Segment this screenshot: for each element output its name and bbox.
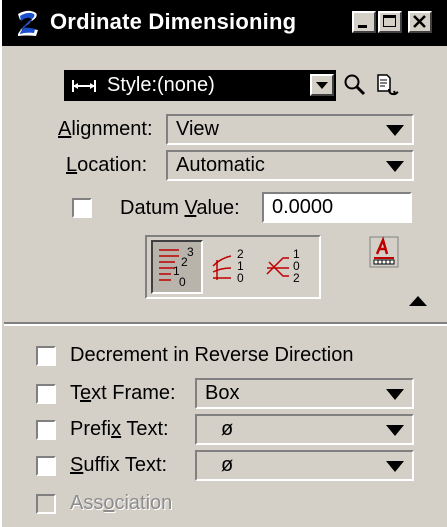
svg-text:0: 0 <box>237 271 244 285</box>
crossed-ordinate-icon: 1 0 2 <box>266 247 300 285</box>
svg-text:2: 2 <box>293 271 300 285</box>
prefix-text-checkbox[interactable] <box>36 420 56 440</box>
text-style-icon[interactable] <box>369 236 399 268</box>
suffix-text-label: Suffix Text: <box>70 454 168 476</box>
dimension-style-icon <box>72 80 96 92</box>
free-location-button[interactable]: 2 1 0 <box>207 240 259 294</box>
maximize-button[interactable] <box>378 11 402 33</box>
location-value: Automatic <box>176 154 265 176</box>
chevron-down-icon <box>386 125 404 136</box>
section-divider <box>4 322 447 326</box>
svg-text:2: 2 <box>181 255 188 269</box>
location-label: Location: <box>66 154 148 176</box>
alignment-select[interactable]: View <box>166 114 414 145</box>
suffix-text-value: ø <box>221 454 234 476</box>
match-icon[interactable] <box>374 72 402 100</box>
decrement-checkbox[interactable] <box>36 346 56 366</box>
app-icon <box>17 10 38 36</box>
window-title: Ordinate Dimensioning <box>50 9 297 34</box>
chevron-down-icon <box>386 425 404 436</box>
text-frame-value: Box <box>205 382 240 404</box>
suffix-text-checkbox[interactable] <box>36 456 56 476</box>
chevron-down-icon <box>386 389 404 400</box>
location-select[interactable]: Automatic <box>166 150 414 181</box>
title-bar[interactable]: Ordinate Dimensioning <box>2 0 447 46</box>
decrement-label: Decrement in Reverse Direction <box>70 344 354 366</box>
ordinate-dimensioning-window: Ordinate Dimensioning Style:(none) Align… <box>0 0 447 527</box>
search-icon[interactable] <box>342 72 368 98</box>
text-frame-label: Text Frame: <box>70 382 176 404</box>
minimize-button[interactable] <box>352 11 376 33</box>
prefix-text-label: Prefix Text: <box>70 418 169 440</box>
free-location-icon: 2 1 0 <box>212 247 244 285</box>
svg-text:0: 0 <box>179 275 186 289</box>
datum-value-input[interactable]: 0.0000 <box>262 192 412 223</box>
datum-value-checkbox[interactable] <box>72 198 92 218</box>
collapse-arrow-icon[interactable] <box>409 296 427 306</box>
datum-value-label: Datum Value: <box>120 197 240 219</box>
chevron-down-icon <box>386 161 404 172</box>
style-select[interactable]: Style:(none) <box>64 70 336 101</box>
association-label: Association <box>70 492 173 514</box>
maximize-icon <box>383 15 396 27</box>
svg-text:3: 3 <box>187 245 194 259</box>
style-dropdown-button[interactable] <box>310 74 334 96</box>
text-frame-select[interactable]: Box <box>195 378 414 409</box>
style-value: Style:(none) <box>107 74 215 96</box>
prefix-text-value: ø <box>221 418 234 440</box>
chevron-down-icon <box>386 461 404 472</box>
suffix-text-select[interactable]: ø <box>195 450 414 481</box>
crossed-ordinate-button[interactable]: 1 0 2 <box>263 240 315 294</box>
text-frame-checkbox[interactable] <box>36 384 56 404</box>
ordinate-mode-group: 3 2 1 0 2 1 0 1 0 2 <box>145 235 321 299</box>
alignment-value: View <box>176 118 219 140</box>
minimize-icon <box>358 25 367 28</box>
association-checkbox[interactable] <box>36 494 56 514</box>
stacked-ordinate-button[interactable]: 3 2 1 0 <box>151 240 203 294</box>
prefix-text-select[interactable]: ø <box>195 414 414 445</box>
close-button[interactable] <box>408 11 432 33</box>
close-icon <box>413 15 426 28</box>
stacked-ordinate-icon: 3 2 1 0 <box>159 245 194 289</box>
alignment-label: Alignment: <box>58 118 153 140</box>
